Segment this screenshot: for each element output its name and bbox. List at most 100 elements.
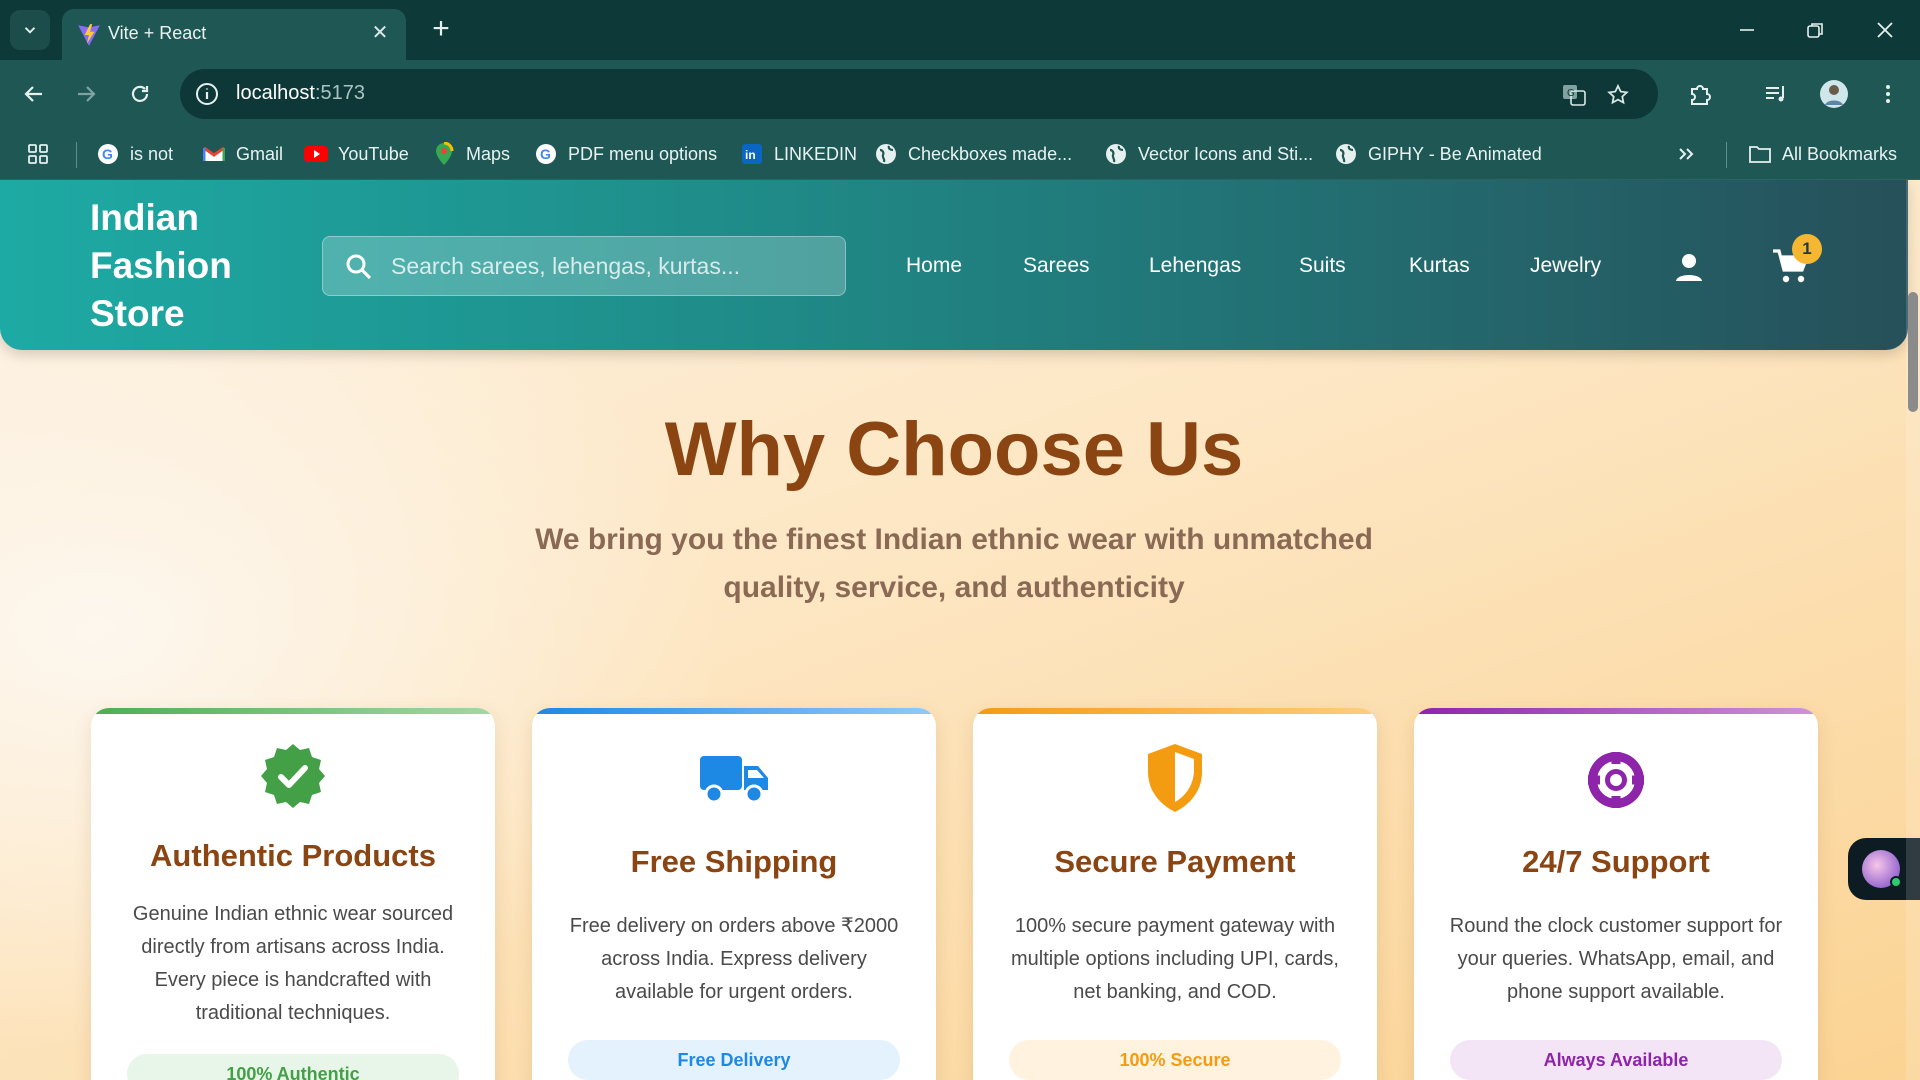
card-badge: Free Delivery: [568, 1040, 900, 1080]
bookmark-maps[interactable]: Maps: [432, 140, 510, 168]
more-bookmarks-button[interactable]: [1676, 140, 1696, 168]
verified-badge-icon: [91, 742, 495, 810]
apps-button[interactable]: [26, 140, 50, 168]
feature-card-shipping: Free Shipping Free delivery on orders ab…: [532, 708, 936, 1080]
restore-button[interactable]: [1790, 12, 1840, 48]
card-description: Genuine Indian ethnic wear sourced direc…: [132, 903, 454, 1024]
card-description: 100% secure payment gateway with multipl…: [1011, 915, 1339, 1003]
bookmark-vector-icons[interactable]: Vector Icons and Sti...: [1104, 140, 1313, 168]
browser-tab[interactable]: Vite + React ✕: [62, 9, 406, 60]
site-logo[interactable]: Indian Fashion Store: [90, 194, 290, 338]
reload-icon: [131, 85, 149, 102]
search-input[interactable]: [391, 237, 831, 295]
card-title: Free Shipping: [630, 844, 838, 879]
bookmarks-bar: G is not Gmail YouTube Maps G PDF menu o…: [0, 128, 1920, 180]
globe-icon: [1334, 142, 1358, 166]
avatar-icon: [1820, 80, 1848, 108]
card-accent-bar: [1414, 708, 1818, 714]
browser-window: Vite + React ✕ + localhost:5173 G G is n…: [0, 0, 1920, 1080]
tab-search-button[interactable]: [10, 10, 50, 50]
folder-icon: [1748, 142, 1772, 166]
web-page: Indian Fashion Store Home Sarees Lehenga…: [0, 180, 1920, 1080]
nav-suits[interactable]: Suits: [1299, 244, 1346, 288]
bookmark-separator: [76, 142, 77, 168]
playlist-icon: [1766, 86, 1784, 102]
card-accent-bar: [91, 708, 495, 714]
nav-lehengas[interactable]: Lehengas: [1149, 244, 1241, 288]
url-text[interactable]: localhost:5173: [236, 82, 365, 105]
youtube-icon: [304, 142, 328, 166]
card-description: Free delivery on orders above ₹2000 acro…: [569, 915, 899, 1003]
page-scrollbar[interactable]: [1906, 180, 1920, 1080]
section-title: Why Choose Us: [664, 407, 1244, 492]
lifebuoy-icon: [1414, 748, 1818, 812]
tab-strip: Vite + React ✕ +: [0, 0, 1920, 60]
bookmark-youtube[interactable]: YouTube: [304, 140, 409, 168]
globe-icon: [874, 142, 898, 166]
back-button[interactable]: [14, 74, 54, 114]
svg-text:G: G: [102, 146, 113, 162]
minimize-icon: [1740, 29, 1754, 31]
feature-card-payment: Secure Payment 100% secure payment gatew…: [973, 708, 1377, 1080]
bookmark-gmail[interactable]: Gmail: [202, 140, 283, 168]
feature-card-support: 24/7 Support Round the clock customer su…: [1414, 708, 1818, 1080]
restore-icon: [1807, 23, 1823, 38]
extensions-button[interactable]: [1680, 74, 1720, 114]
site-info-icon[interactable]: [194, 81, 220, 107]
user-icon[interactable]: [1672, 250, 1706, 284]
card-description: Round the clock customer support for you…: [1449, 915, 1783, 1003]
search-box: [322, 236, 846, 296]
minimize-button[interactable]: [1722, 12, 1772, 48]
shield-icon: [973, 742, 1377, 814]
apps-grid-icon: [28, 144, 48, 164]
svg-text:in: in: [745, 148, 756, 162]
card-badge: 100% Secure: [1009, 1040, 1341, 1080]
browser-menu-button[interactable]: [1868, 74, 1908, 114]
card-title: Authentic Products: [150, 838, 436, 873]
site-header: Indian Fashion Store Home Sarees Lehenga…: [0, 180, 1908, 350]
more-vertical-icon: [1886, 85, 1890, 103]
section-subtitle: We bring you the finest Indian ethnic we…: [535, 523, 1373, 604]
new-tab-button[interactable]: +: [424, 13, 458, 47]
close-window-button[interactable]: [1860, 12, 1910, 48]
linkedin-icon: in: [740, 142, 764, 166]
search-icon: [346, 254, 372, 280]
bookmark-checkboxes[interactable]: Checkboxes made...: [874, 140, 1072, 168]
nav-sarees[interactable]: Sarees: [1023, 244, 1090, 288]
arrow-left-icon: [24, 86, 42, 102]
maps-icon: [432, 142, 456, 166]
tab-title: Vite + React: [108, 23, 207, 43]
card-badge: Always Available: [1450, 1040, 1782, 1080]
nav-jewelry[interactable]: Jewelry: [1530, 244, 1601, 288]
translate-icon[interactable]: G: [1560, 81, 1588, 109]
globe-icon: [1104, 142, 1128, 166]
truck-icon: [532, 750, 936, 806]
close-icon: [1877, 22, 1893, 38]
google-icon: G: [96, 142, 120, 166]
card-badge: 100% Authentic: [127, 1054, 459, 1080]
nav-home[interactable]: Home: [906, 244, 962, 288]
tab-close-icon[interactable]: ✕: [368, 21, 392, 45]
online-status-dot: [1890, 876, 1902, 888]
bookmark-linkedin[interactable]: in LINKEDIN: [740, 140, 857, 168]
all-bookmarks-button[interactable]: All Bookmarks: [1748, 140, 1897, 168]
gmail-icon: [202, 142, 226, 166]
media-control-button[interactable]: [1756, 74, 1796, 114]
profile-avatar-button[interactable]: [1814, 74, 1854, 114]
chevron-down-icon: [24, 27, 36, 34]
scrollbar-thumb[interactable]: [1908, 292, 1918, 412]
nav-kurtas[interactable]: Kurtas: [1409, 244, 1470, 288]
forward-button[interactable]: [66, 74, 106, 114]
puzzle-icon: [1691, 85, 1711, 105]
card-accent-bar: [532, 708, 936, 714]
bookmark-is-not[interactable]: G is not: [96, 140, 173, 168]
card-title: 24/7 Support: [1522, 844, 1710, 879]
card-accent-bar: [973, 708, 1377, 714]
bookmark-giphy[interactable]: GIPHY - Be Animated: [1334, 140, 1542, 168]
address-bar[interactable]: localhost:5173 G: [180, 69, 1658, 119]
cart-count-badge: 1: [1792, 234, 1822, 264]
reload-button[interactable]: [120, 74, 160, 114]
arrow-right-icon: [78, 86, 96, 102]
bookmark-pdf-menu-options[interactable]: G PDF menu options: [534, 140, 717, 168]
bookmark-star-icon[interactable]: [1604, 81, 1632, 109]
